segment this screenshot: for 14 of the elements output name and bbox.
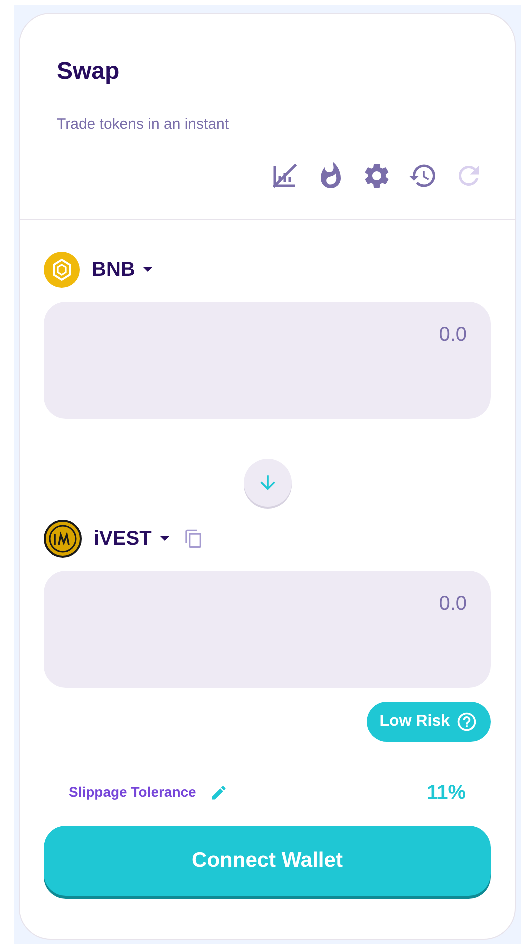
card-title: Swap: [57, 57, 121, 87]
amount-field[interactable]: 0.0: [44, 570, 491, 688]
coin-logo-icon: [44, 520, 82, 558]
amount-field[interactable]: 0.0: [44, 302, 491, 418]
caret-icon: [143, 267, 154, 272]
help-icon: [456, 710, 478, 732]
token-select[interactable]: iVEST: [94, 524, 170, 554]
slippage-label: Slippage Tolerance: [69, 783, 196, 802]
card-subtitle: Trade tokens in an instant: [57, 115, 230, 135]
slippage-value: 11%: [427, 780, 466, 806]
coin-logo-icon: [44, 252, 80, 288]
token-select[interactable]: BNB: [92, 254, 154, 284]
caret-icon: [160, 536, 170, 541]
copy-icon[interactable]: [184, 528, 204, 548]
